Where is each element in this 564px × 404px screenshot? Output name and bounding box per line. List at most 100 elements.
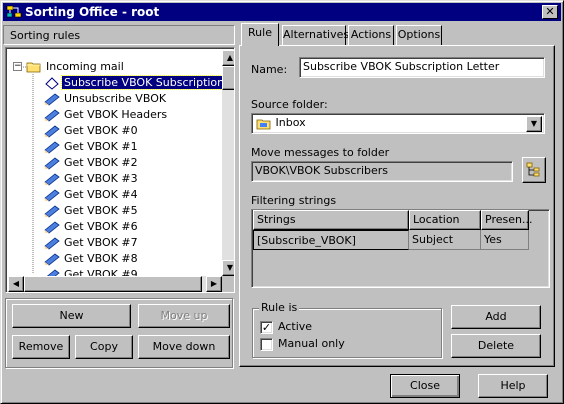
rule-is-legend: Rule is: [259, 301, 300, 314]
source-folder-value: Inbox: [275, 116, 306, 129]
scroll-up-button[interactable]: ▲: [222, 50, 234, 66]
copy-rule-button[interactable]: Copy: [75, 335, 133, 359]
rule-pencil-icon: [44, 173, 60, 186]
rules-tree[interactable]: − Incoming mail Subscribe VBOK Subscript…: [5, 47, 235, 293]
tree-rule-item[interactable]: Get VBOK #3: [44, 171, 140, 187]
help-label: Help: [500, 379, 526, 392]
manual-only-checkbox[interactable]: Manual only: [260, 337, 345, 351]
tree-rule-item[interactable]: Get VBOK Headers: [44, 107, 169, 123]
tree-rule-item[interactable]: Get VBOK #4: [44, 187, 140, 203]
window-title: Sorting Office - root: [25, 5, 160, 19]
move-down-label: Move down: [152, 340, 216, 353]
tree-root-label: Incoming mail: [46, 60, 124, 73]
folder-icon: [26, 62, 41, 73]
chevron-down-icon[interactable]: ▼: [526, 116, 542, 132]
name-label: Name:: [251, 63, 288, 76]
new-rule-label: New: [59, 309, 84, 322]
active-checkbox[interactable]: ✓ Active: [260, 320, 312, 334]
rule-pencil-icon: [44, 237, 60, 250]
tree-collapse-toggle[interactable]: −: [13, 62, 22, 71]
remove-rule-button[interactable]: Remove: [12, 335, 70, 359]
col-location-header[interactable]: Location: [409, 210, 481, 230]
filter-presence-value: Yes: [484, 233, 502, 246]
move-up-button[interactable]: Move up: [138, 304, 230, 328]
filter-cell-location[interactable]: Subject: [409, 230, 481, 250]
rule-pencil-icon: [44, 205, 60, 218]
tree-rule-item[interactable]: Get VBOK #0: [44, 123, 140, 139]
tree-rule-label: Get VBOK #5: [64, 204, 138, 217]
scroll-right-button[interactable]: ▶: [206, 276, 222, 292]
delete-filter-button[interactable]: Delete: [451, 334, 541, 358]
col-location-label: Location: [413, 213, 460, 226]
tree-rule-item[interactable]: Unsubscribe VBOK: [44, 91, 168, 107]
col-strings-header[interactable]: Strings: [253, 210, 409, 230]
scroll-left-button[interactable]: ◀: [8, 276, 24, 292]
move-to-label: Move messages to folder: [251, 146, 390, 159]
tree-rule-item[interactable]: Get VBOK #7: [44, 235, 140, 251]
tree-rule-label: Subscribe VBOK Subscription Letter: [60, 75, 234, 90]
tree-rule-label: Get VBOK #4: [64, 188, 138, 201]
new-rule-button[interactable]: New: [12, 304, 131, 328]
close-button[interactable]: Close: [390, 374, 460, 398]
help-button[interactable]: Help: [478, 374, 548, 398]
sorting-office-window: Sorting Office - root ✕ Sorting rules − …: [0, 0, 564, 404]
folder-tree-icon: [526, 162, 540, 177]
rule-name-input[interactable]: Subscribe VBOK Subscription Letter: [299, 57, 545, 78]
tab-actions[interactable]: Actions: [348, 25, 394, 45]
col-presence-header[interactable]: Presen...: [481, 210, 532, 230]
copy-label: Copy: [90, 340, 118, 353]
tree-horizontal-scrollbar[interactable]: ◀ ▶: [8, 276, 222, 292]
filter-cell-presence[interactable]: Yes: [481, 230, 529, 250]
sorting-rules-label: Sorting rules: [10, 29, 81, 42]
tree-rule-item[interactable]: Get VBOK #2: [44, 155, 140, 171]
tab-alternatives-label: Alternatives: [283, 28, 350, 41]
source-folder-label: Source folder:: [251, 98, 328, 111]
rule-pencil-icon: [44, 157, 60, 170]
tree-rule-label: Get VBOK #8: [64, 252, 138, 265]
filter-cell-string[interactable]: [Subscribe_VBOK]: [253, 230, 409, 250]
move-to-folder-field: VBOK\VBOK Subscribers: [251, 161, 513, 182]
tree-rule-label: Get VBOK #7: [64, 236, 138, 249]
manual-only-checkbox-box[interactable]: [260, 337, 273, 351]
tree-root-incoming-mail[interactable]: Incoming mail: [26, 59, 126, 75]
sorting-rules-header: Sorting rules: [3, 25, 235, 45]
move-down-button[interactable]: Move down: [138, 335, 230, 359]
sorting-office-icon: [6, 5, 22, 18]
tree-rule-label: Get VBOK #6: [64, 220, 138, 233]
close-window-button[interactable]: ✕: [542, 5, 558, 19]
browse-folder-button[interactable]: [522, 157, 546, 183]
tab-alternatives[interactable]: Alternatives: [282, 25, 350, 45]
rule-is-group: Rule is ✓ Active Manual only: [252, 301, 442, 358]
filter-string-value: [Subscribe_VBOK]: [257, 234, 356, 247]
rule-pencil-icon: [44, 141, 60, 154]
delete-label: Delete: [477, 339, 515, 352]
vertical-scroll-thumb[interactable]: [222, 66, 234, 90]
close-label: Close: [410, 379, 440, 392]
rule-pencil-icon: [45, 77, 59, 90]
active-label: Active: [278, 320, 313, 333]
rule-pencil-icon: [44, 109, 60, 122]
title-bar[interactable]: Sorting Office - root ✕: [3, 3, 561, 21]
tree-rule-item[interactable]: Get VBOK #8: [44, 251, 140, 267]
tree-rule-item[interactable]: Get VBOK #5: [44, 203, 140, 219]
tree-rule-item[interactable]: Get VBOK #1: [44, 139, 140, 155]
active-checkbox-box[interactable]: ✓: [260, 320, 273, 334]
move-to-folder-value: VBOK\VBOK Subscribers: [255, 164, 388, 177]
tree-rule-item[interactable]: Subscribe VBOK Subscription Letter: [44, 75, 234, 91]
scroll-down-button[interactable]: ▼: [222, 260, 234, 276]
rule-pencil-icon: [44, 93, 60, 106]
filtering-strings-grid[interactable]: Strings Location Presen... [Subscribe_VB…: [251, 209, 550, 288]
manual-only-label: Manual only: [278, 337, 345, 350]
tab-rule-label: Rule: [248, 26, 272, 39]
rule-pencil-icon: [44, 189, 60, 202]
tree-rule-label: Get VBOK #0: [64, 124, 138, 137]
tree-vertical-scrollbar[interactable]: ▲ ▼: [222, 50, 234, 276]
rule-pencil-icon: [44, 253, 60, 266]
tree-rule-item[interactable]: Get VBOK #6: [44, 219, 140, 235]
tab-options[interactable]: Options: [396, 25, 442, 45]
horizontal-scroll-thumb[interactable]: [24, 276, 202, 292]
tab-rule[interactable]: Rule: [241, 23, 279, 46]
scrollbar-corner: [222, 276, 234, 292]
source-folder-select[interactable]: Inbox ▼: [251, 113, 545, 134]
add-filter-button[interactable]: Add: [451, 305, 541, 329]
